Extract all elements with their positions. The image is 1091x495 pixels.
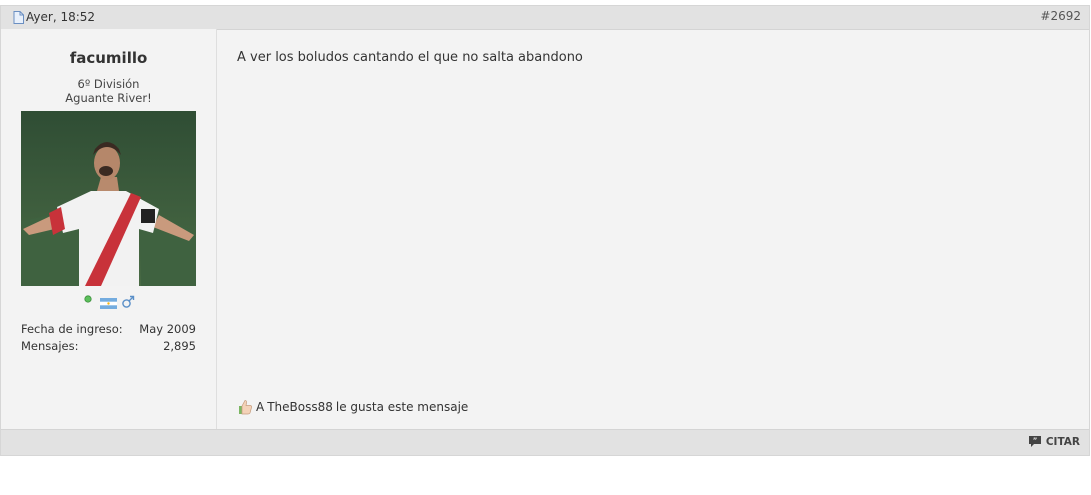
- liker-username-link[interactable]: TheBoss88: [267, 400, 333, 414]
- post-number-link[interactable]: #2692: [1040, 9, 1081, 23]
- likes-prefix: A: [256, 400, 265, 414]
- male-gender-icon: [122, 295, 135, 308]
- post-content: A ver los boludos cantando el que no sal…: [217, 29, 1089, 431]
- post-body: facumillo 6º División Aguante River! Fec…: [1, 29, 1089, 431]
- post-count-row: Mensajes: 2,895: [21, 339, 196, 353]
- join-date-value: May 2009: [139, 322, 196, 336]
- likes-summary: A TheBoss88 le gusta este mensaje: [237, 399, 468, 415]
- user-rank: 6º División: [77, 77, 140, 91]
- quote-icon: ”: [1028, 436, 1041, 447]
- likes-suffix: le gusta este mensaje: [335, 400, 469, 414]
- post-count-value: 2,895: [163, 339, 196, 353]
- post-header: Ayer, 18:52 #2692: [1, 6, 1089, 30]
- avatar-image: [21, 111, 196, 286]
- post-container: Ayer, 18:52 #2692 facumillo 6º División …: [0, 5, 1090, 456]
- thumbs-up-icon: [239, 400, 252, 415]
- quote-button-label: CITAR: [1045, 435, 1080, 448]
- post-footer: ” CITAR: [1, 429, 1089, 455]
- document-icon: [13, 10, 24, 24]
- post-date: Ayer, 18:52: [13, 10, 95, 24]
- join-date-row: Fecha de ingreso: May 2009: [21, 322, 196, 336]
- post-date-text: Ayer, 18:52: [26, 10, 96, 24]
- join-date-label: Fecha de ingreso:: [21, 322, 123, 336]
- post-message: A ver los boludos cantando el que no sal…: [237, 50, 583, 65]
- avatar[interactable]: [21, 111, 196, 286]
- argentina-flag-icon: [100, 298, 117, 309]
- user-title: Aguante River!: [65, 91, 152, 105]
- status-icons: [1, 294, 216, 310]
- online-dot-icon: [84, 295, 92, 303]
- post-count-label: Mensajes:: [21, 339, 79, 353]
- svg-text:”: ”: [1033, 437, 1038, 445]
- username-link[interactable]: facumillo: [1, 49, 216, 67]
- quote-button[interactable]: ” CITAR: [1028, 435, 1080, 448]
- user-info-panel: facumillo 6º División Aguante River! Fec…: [1, 29, 217, 431]
